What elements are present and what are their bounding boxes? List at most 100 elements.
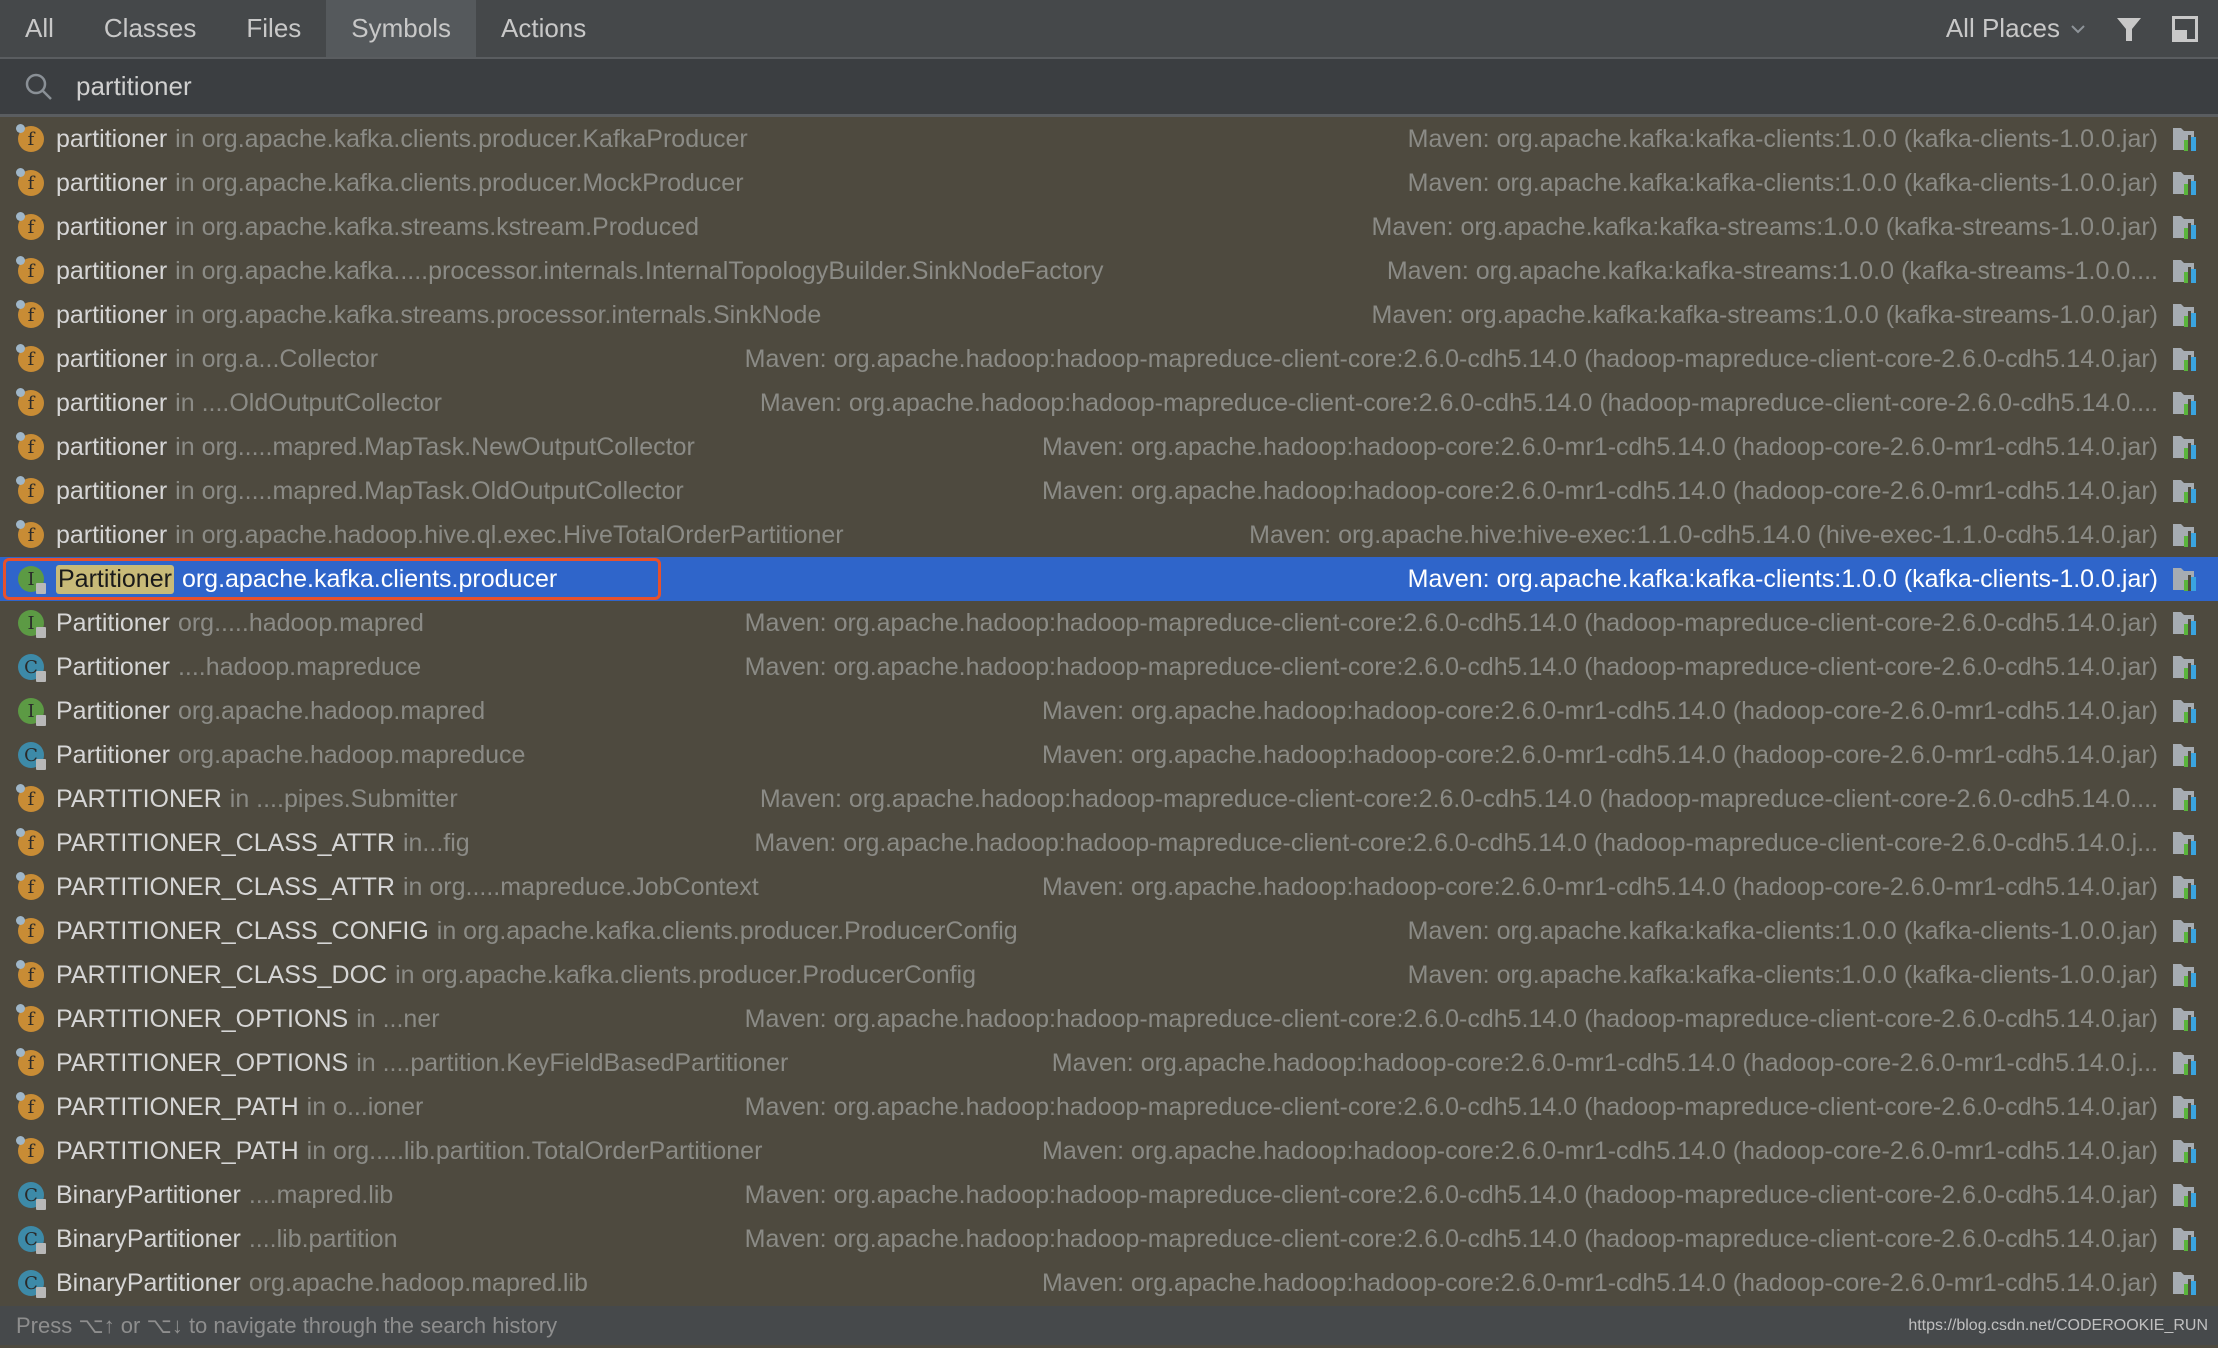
result-row[interactable]: I Partitioner org.....hadoop.mapred Maven: … <box>0 601 2218 645</box>
result-context: in org.apache.kafka.streams.processor.in… <box>175 300 822 329</box>
result-name: Partitioner <box>56 652 170 681</box>
filter-icon[interactable] <box>2116 16 2142 42</box>
library-icon <box>2173 876 2196 899</box>
result-row[interactable]: C Partitioner org.apache.hadoop.mapreduce M… <box>0 733 2218 777</box>
result-name: PARTITIONER <box>56 784 222 813</box>
result-row[interactable]: f PARTITIONER_OPTIONS in ....partition.Key… <box>0 1041 2218 1085</box>
result-row[interactable]: f partitioner in org.....mapred.MapTask.Ol… <box>0 469 2218 513</box>
result-name: Partitioner <box>56 696 170 725</box>
pin-icon <box>16 124 25 133</box>
library-icon <box>2173 348 2196 371</box>
result-row[interactable]: f partitioner in org.apache.kafka.streams.… <box>0 205 2218 249</box>
result-row[interactable]: f PARTITIONER in ....pipes.Submitter Maven:… <box>0 777 2218 821</box>
result-row[interactable]: f partitioner in org.apache.kafka.streams.… <box>0 293 2218 337</box>
result-row[interactable]: C BinaryPartitioner ....lib.partition Maven… <box>0 1217 2218 1261</box>
result-row[interactable]: C Partitioner ....hadoop.mapreduce Maven: o… <box>0 645 2218 689</box>
window-icon[interactable] <box>2172 15 2198 42</box>
result-name: BinaryPartitioner <box>56 1180 241 1209</box>
result-location: Maven: org.apache.kafka:kafka-clients:1.… <box>1407 124 2158 153</box>
library-icon <box>2173 788 2196 811</box>
result-context: in org.apache.kafka.clients.producer.Pro… <box>395 960 977 989</box>
pin-icon <box>16 344 25 353</box>
result-name: PARTITIONER_CLASS_CONFIG <box>56 916 429 945</box>
pin-icon <box>16 256 25 265</box>
result-row[interactable]: f partitioner in org.a...Collector Maven: o… <box>0 337 2218 381</box>
result-context: org.apache.kafka.clients.producer <box>181 564 558 593</box>
result-row[interactable]: f PARTITIONER_CLASS_CONFIG in org.apache.k… <box>0 909 2218 953</box>
result-row[interactable]: f PARTITIONER_CLASS_DOC in org.apache.kafk… <box>0 953 2218 997</box>
result-row[interactable]: f PARTITIONER_PATH in o...ioner Maven: org.… <box>0 1085 2218 1129</box>
tab-classes[interactable]: Classes <box>79 0 221 57</box>
class-icon: C <box>16 1224 46 1254</box>
result-row[interactable]: I Partitioner org.apache.hadoop.mapred Mave… <box>0 689 2218 733</box>
tab-actions[interactable]: Actions <box>476 0 611 57</box>
field-icon: f <box>16 828 46 858</box>
result-context: in org.....mapred.MapTask.OldOutputColle… <box>175 476 684 505</box>
field-icon: f <box>16 784 46 814</box>
result-name: BinaryPartitioner <box>56 1224 241 1253</box>
library-icon <box>2173 436 2196 459</box>
pin-icon <box>16 1004 25 1013</box>
lock-icon <box>36 715 46 726</box>
library-icon <box>2173 1184 2196 1207</box>
result-row[interactable]: C BinaryPartitioner ....mapred.lib Maven: o… <box>0 1173 2218 1217</box>
scope-label: All Places <box>1945 13 2060 43</box>
result-location: Maven: org.apache.hadoop:hadoop-mapreduc… <box>744 1092 2158 1121</box>
result-row[interactable]: f PARTITIONER_CLASS_ATTR in org.....mapred… <box>0 865 2218 909</box>
library-icon <box>2173 216 2196 239</box>
pin-icon <box>16 828 25 837</box>
result-context: in org.....mapreduce.JobContext <box>402 872 759 901</box>
lock-icon <box>36 1287 46 1298</box>
watermark: https://blog.csdn.net/CODEROOKIE_RUN <box>1908 1316 2208 1334</box>
result-context: ....hadoop.mapreduce <box>177 652 422 681</box>
library-icon <box>2173 392 2196 415</box>
library-icon <box>2173 568 2196 591</box>
result-location: Maven: org.apache.hadoop:hadoop-mapreduc… <box>759 388 2158 417</box>
library-icon <box>2173 260 2196 283</box>
result-name: partitioner <box>56 520 168 549</box>
result-name: PARTITIONER_PATH <box>56 1092 299 1121</box>
result-row[interactable]: C BinaryPartitioner org.apache.hadoop.mapr… <box>0 1261 2218 1305</box>
tab-all[interactable]: All <box>0 0 79 57</box>
field-icon: f <box>16 124 46 154</box>
lock-icon <box>36 759 46 770</box>
result-row[interactable]: f partitioner in org.apache.hadoop.hive.ql… <box>0 513 2218 557</box>
field-icon: f <box>16 1004 46 1034</box>
tab-symbols[interactable]: Symbols <box>326 0 476 57</box>
pin-icon <box>16 432 25 441</box>
result-context: in o...ioner <box>306 1092 424 1121</box>
tab-files[interactable]: Files <box>221 0 326 57</box>
result-row[interactable]: f partitioner in org.apache.kafka.....proc… <box>0 249 2218 293</box>
result-row[interactable]: f PARTITIONER_PATH in org.....lib.partitio… <box>0 1129 2218 1173</box>
field-icon: f <box>16 388 46 418</box>
field-icon: f <box>16 1048 46 1078</box>
result-name: partitioner <box>56 344 168 373</box>
result-location: Maven: org.apache.hadoop:hadoop-core:2.6… <box>1042 432 2158 461</box>
result-row[interactable]: f PARTITIONER_OPTIONS in ...ner Maven: org.… <box>0 997 2218 1041</box>
result-name: partitioner <box>56 212 168 241</box>
result-row-selected[interactable]: I Partitioner org.apache.kafka.clients.pro… <box>0 557 2218 601</box>
result-context: org.apache.hadoop.mapred <box>177 696 486 725</box>
result-context: in org.....lib.partition.TotalOrderParti… <box>306 1136 763 1165</box>
result-context: in org.apache.kafka.clients.producer.Kaf… <box>175 124 748 153</box>
result-name: Partitioner <box>56 564 174 594</box>
status-hint: Press ⌥↑ or ⌥↓ to navigate through the s… <box>16 1312 558 1338</box>
result-location: Maven: org.apache.hadoop:hadoop-mapreduc… <box>744 608 2158 637</box>
result-row[interactable]: f partitioner in ....OldOutputCollector Mav… <box>0 381 2218 425</box>
status-bar: Press ⌥↑ or ⌥↓ to navigate through the s… <box>0 1306 2218 1345</box>
result-name: PARTITIONER_OPTIONS <box>56 1004 349 1033</box>
result-location: Maven: org.apache.kafka:kafka-clients:1.… <box>1407 916 2158 945</box>
result-context: ....lib.partition <box>248 1224 398 1253</box>
result-name: PARTITIONER_OPTIONS <box>56 1048 349 1077</box>
search-input[interactable] <box>76 71 1576 102</box>
field-icon: f <box>16 476 46 506</box>
result-row[interactable]: f partitioner in org.apache.kafka.clients.… <box>0 161 2218 205</box>
result-row[interactable]: f partitioner in org.....mapred.MapTask.Ne… <box>0 425 2218 469</box>
result-name: partitioner <box>56 388 168 417</box>
pin-icon <box>16 388 25 397</box>
library-icon <box>2173 1096 2196 1119</box>
result-row[interactable]: f PARTITIONER_CLASS_ATTR in...fig Maven: or… <box>0 821 2218 865</box>
scope-dropdown[interactable]: All Places <box>1946 13 2086 44</box>
result-row[interactable]: f partitioner in org.apache.kafka.clients.… <box>0 117 2218 161</box>
result-location: Maven: org.apache.hadoop:hadoop-core:2.6… <box>1042 1268 2158 1297</box>
